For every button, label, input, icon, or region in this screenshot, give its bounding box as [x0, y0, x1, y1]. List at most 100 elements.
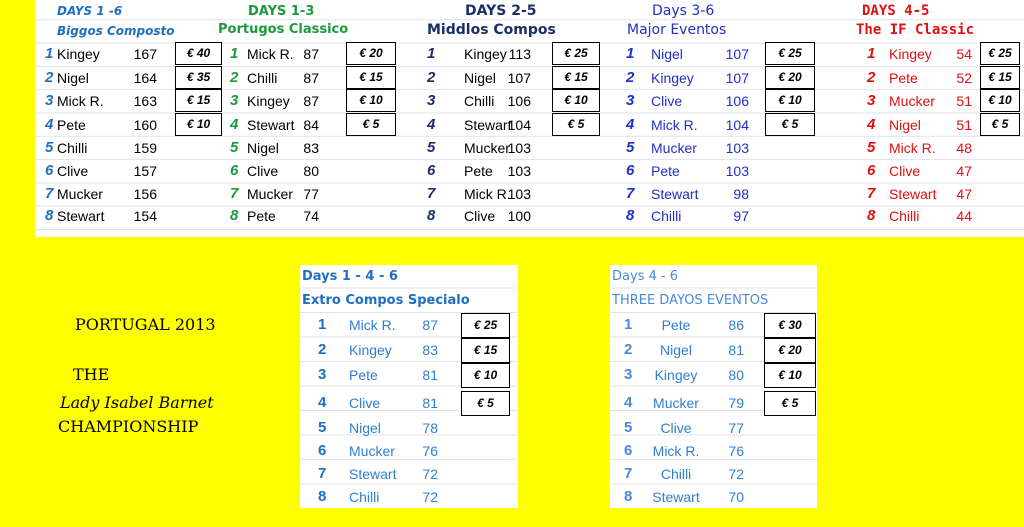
rank-cell: 2 — [626, 69, 635, 86]
rank-cell: 3 — [230, 92, 239, 109]
player-name: Nigel — [651, 46, 683, 62]
player-score: 72 — [728, 466, 744, 482]
player-name: Chilli — [464, 93, 495, 109]
player-name: Clive — [889, 163, 921, 179]
player-score: 87 — [422, 317, 438, 333]
prize-box: € 15 — [552, 66, 600, 89]
player-name: Pete — [247, 208, 276, 224]
player-score: 54 — [956, 46, 972, 62]
player-name: Stewart — [889, 186, 937, 202]
rank-cell: 7 — [427, 185, 436, 202]
player-name: Kingey — [889, 46, 932, 62]
the-label: THE — [73, 365, 110, 384]
player-score: 80 — [303, 163, 319, 179]
prize-box: € 10 — [461, 363, 510, 388]
rank-cell: 7 — [45, 185, 54, 202]
player-score: 164 — [133, 70, 157, 86]
player-score: 81 — [422, 395, 438, 411]
prize-box: € 25 — [461, 313, 510, 338]
prize-box: € 15 — [175, 89, 222, 112]
player-name: Clive — [57, 163, 89, 179]
player-score: 98 — [733, 186, 749, 202]
rank-cell: 4 — [624, 394, 633, 411]
player-name: Nigel — [889, 117, 921, 133]
player-name: Nigel — [349, 420, 381, 436]
trophy-name: Lady Isabel Barnet — [60, 393, 214, 412]
three-dayos-eventos-days: Days 4 - 6 — [612, 269, 679, 284]
prize-box: € 25 — [765, 42, 815, 65]
player-score: 72 — [422, 489, 438, 505]
rank-cell: 7 — [230, 185, 239, 202]
rank-cell: 6 — [318, 442, 327, 459]
player-name: Chilli — [889, 208, 920, 224]
rank-cell: 1 — [318, 316, 327, 333]
player-score: 103 — [725, 140, 749, 156]
player-name: Kingey — [57, 46, 100, 62]
player-name: Nigel — [660, 342, 692, 358]
player-score: 107 — [725, 46, 749, 62]
extro-compos-specialo-title: Extro Compos Specialo — [302, 293, 470, 308]
biggos-composto-title: Biggos Composto — [57, 24, 175, 38]
player-score: 106 — [725, 93, 749, 109]
player-name: Chilli — [57, 140, 88, 156]
prize-box: € 10 — [175, 113, 222, 136]
player-name: Mucker — [57, 186, 103, 202]
player-score: 72 — [422, 466, 438, 482]
player-name: Kingey — [654, 367, 698, 383]
rank-cell: 2 — [45, 69, 54, 86]
rank-cell: 8 — [624, 488, 633, 505]
player-score: 77 — [728, 420, 744, 436]
prize-box: € 5 — [765, 113, 815, 136]
player-score: 103 — [507, 163, 531, 179]
rank-cell: 5 — [427, 139, 436, 156]
rank-cell: 8 — [45, 207, 54, 224]
rank-cell: 6 — [624, 442, 633, 459]
rank-cell: 1 — [427, 45, 436, 62]
player-score: 76 — [728, 443, 744, 459]
rank-cell: 2 — [230, 69, 239, 86]
player-name: Clive — [660, 420, 692, 436]
prize-box: € 10 — [764, 363, 816, 388]
rank-cell: 4 — [867, 116, 876, 133]
player-score: 107 — [507, 70, 531, 86]
player-name: Mick R. — [889, 140, 936, 156]
player-score: 157 — [133, 163, 157, 179]
rank-cell: 5 — [318, 419, 327, 436]
player-score: 159 — [133, 140, 157, 156]
player-name: Clive — [651, 93, 683, 109]
rank-cell: 5 — [626, 139, 635, 156]
player-score: 87 — [303, 70, 319, 86]
middlos-compos-days: DAYS 2-5 — [465, 3, 537, 19]
player-score: 74 — [303, 208, 319, 224]
player-score: 47 — [956, 186, 972, 202]
rank-cell: 4 — [45, 116, 54, 133]
rank-cell: 4 — [230, 116, 239, 133]
if-classic-days: DAYS 4-5 — [862, 3, 930, 19]
rank-cell: 8 — [867, 207, 876, 224]
biggos-composto-days: DAYS 1 -6 — [57, 4, 123, 18]
rank-cell: 1 — [624, 316, 633, 333]
player-name: Mucker — [349, 443, 395, 459]
major-eventos-days: Days 3-6 — [652, 3, 715, 19]
player-score: 51 — [956, 117, 972, 133]
player-score: 160 — [133, 117, 157, 133]
player-score: 44 — [956, 208, 972, 224]
rank-cell: 6 — [867, 162, 876, 179]
player-name: Nigel — [57, 70, 89, 86]
rank-cell: 1 — [230, 45, 239, 62]
middlos-compos-title: Middlos Compos — [427, 22, 556, 38]
player-name: Chilli — [660, 466, 692, 482]
player-score: 154 — [133, 208, 157, 224]
prize-box: € 15 — [346, 66, 396, 89]
player-name: Stewart — [651, 186, 699, 202]
player-name: Mick R. — [57, 93, 104, 109]
prize-box: € 5 — [552, 113, 600, 136]
rank-cell: 5 — [230, 139, 239, 156]
rank-cell: 6 — [45, 162, 54, 179]
player-name: Kingey — [651, 70, 694, 86]
portugos-classico-title: Portugos Classico — [218, 22, 349, 37]
player-name: Clive — [247, 163, 279, 179]
player-name: Mucker — [889, 93, 935, 109]
extro-compos-specialo-days: Days 1 - 4 - 6 — [302, 269, 398, 284]
major-eventos-title: Major Eventos — [627, 22, 727, 38]
